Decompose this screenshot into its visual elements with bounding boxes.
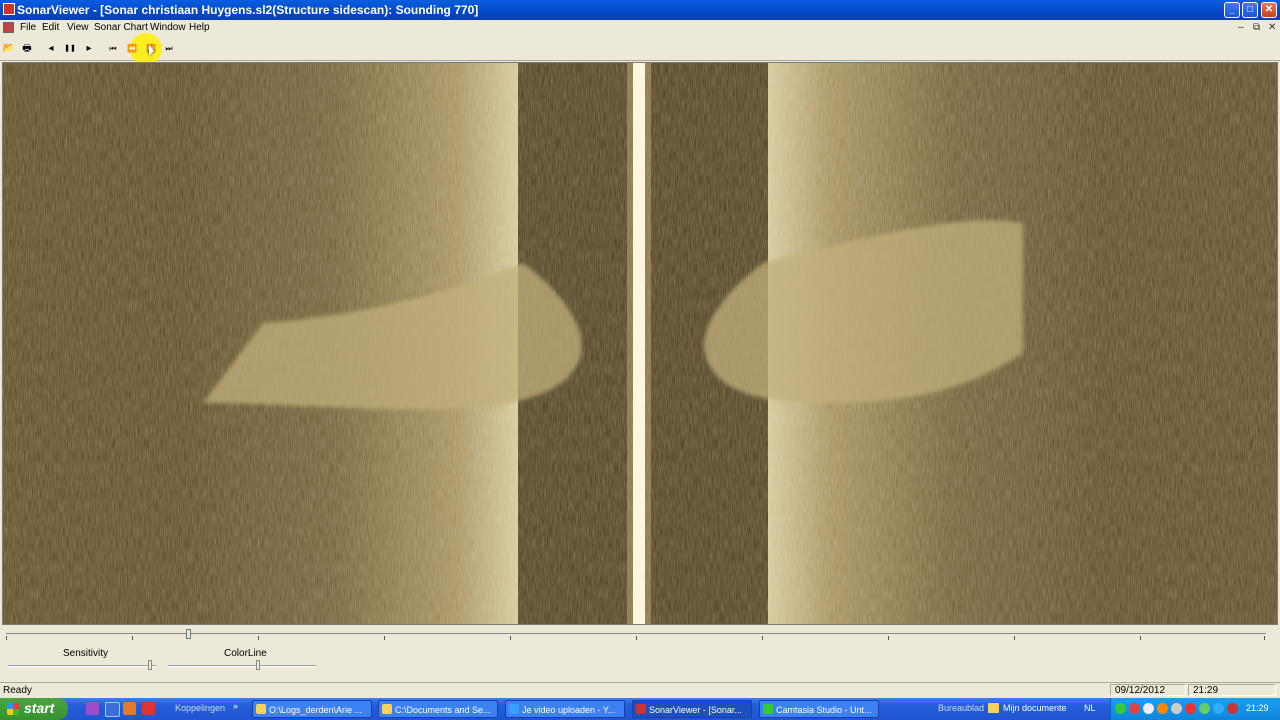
quicklaunch-app-icon[interactable] xyxy=(86,702,99,715)
timeline-position-handle[interactable] xyxy=(186,629,191,639)
folder-icon xyxy=(382,704,392,714)
app-icon[interactable] xyxy=(3,3,15,15)
timeline-tick xyxy=(132,636,133,640)
tray-bluetooth-icon[interactable] xyxy=(1213,703,1224,714)
timeline-tick xyxy=(636,636,637,640)
task-label: C:\Documents and Se... xyxy=(395,705,491,715)
task-documents-and-settings[interactable]: C:\Documents and Se... xyxy=(378,700,498,718)
status-date: 09/12/2012 xyxy=(1110,684,1186,696)
timeline-tick xyxy=(510,636,511,640)
timeline-scale[interactable] xyxy=(6,633,1266,634)
open-icon[interactable]: 📂 xyxy=(1,41,17,57)
sonar-sidescan-view[interactable] xyxy=(2,62,1278,625)
print-icon[interactable]: 🖶 xyxy=(19,41,35,57)
task-label: Camtasia Studio - Unt... xyxy=(776,705,872,715)
menu-edit[interactable]: Edit xyxy=(42,22,59,33)
window-title: SonarViewer - [Sonar christiaan Huygens.… xyxy=(17,3,479,17)
rewind-icon[interactable]: ⏪ xyxy=(124,41,140,57)
language-indicator[interactable]: NL xyxy=(1084,703,1096,713)
mdi-close-button[interactable]: ✕ xyxy=(1268,22,1276,33)
toolbar-koppelingen[interactable]: Koppelingen xyxy=(175,703,225,713)
sonarviewer-icon xyxy=(636,704,646,714)
timeline-tick xyxy=(1264,636,1265,640)
tray-app-icon[interactable] xyxy=(1143,703,1154,714)
status-time: 21:29 xyxy=(1188,684,1276,696)
pause-icon[interactable]: ❚❚ xyxy=(62,41,78,57)
sensitivity-slider[interactable] xyxy=(8,665,156,667)
camtasia-icon xyxy=(763,704,773,714)
timeline-tick xyxy=(888,636,889,640)
timeline-tick xyxy=(762,636,763,640)
tray-volume-icon[interactable] xyxy=(1199,703,1210,714)
task-video-upload[interactable]: Je video uploaden - Y... xyxy=(505,700,625,718)
mouse-cursor-icon xyxy=(149,44,154,56)
menu-help[interactable]: Help xyxy=(189,22,210,33)
tray-alert-icon[interactable] xyxy=(1185,703,1196,714)
sensitivity-slider-thumb[interactable] xyxy=(148,660,152,670)
step-back-icon[interactable]: ◂ xyxy=(43,41,59,57)
document-icon[interactable] xyxy=(3,22,14,33)
play-icon[interactable]: ▸ xyxy=(81,41,97,57)
task-camtasia[interactable]: Camtasia Studio - Unt... xyxy=(759,700,879,718)
tray-device-icon[interactable] xyxy=(1171,703,1182,714)
sonar-image xyxy=(3,63,1277,624)
task-sonarviewer[interactable]: SonarViewer - [Sonar... xyxy=(632,700,752,718)
menu-bar: File Edit View Sonar Chart Window Help –… xyxy=(0,20,1280,36)
tray-update-icon[interactable] xyxy=(1157,703,1168,714)
colorline-slider-thumb[interactable] xyxy=(256,660,260,670)
tray-network-icon[interactable] xyxy=(1115,703,1126,714)
close-button[interactable]: ✕ xyxy=(1261,2,1277,18)
sensitivity-label: Sensitivity xyxy=(63,648,109,659)
task-logs-derden[interactable]: O:\Logs_derden\Arie ... xyxy=(252,700,372,718)
windows-logo-icon xyxy=(7,703,19,715)
task-label: O:\Logs_derden\Arie ... xyxy=(269,705,363,715)
timeline-tick xyxy=(384,636,385,640)
mdi-minimize-button[interactable]: – xyxy=(1238,22,1244,33)
browser-icon xyxy=(509,704,519,714)
menu-view[interactable]: View xyxy=(67,22,89,33)
skip-end-icon[interactable]: ⏭ xyxy=(161,41,177,57)
title-bar[interactable]: SonarViewer - [Sonar christiaan Huygens.… xyxy=(0,0,1280,20)
colorline-label: ColorLine xyxy=(224,648,267,659)
skip-start-icon[interactable]: ⏮ xyxy=(105,41,121,57)
documents-folder-icon xyxy=(988,703,999,713)
status-text: Ready xyxy=(3,685,32,696)
colorline-slider[interactable] xyxy=(168,665,316,667)
task-label: SonarViewer - [Sonar... xyxy=(649,705,742,715)
taskbar-clock: 21:29 xyxy=(1246,703,1269,713)
folder-icon xyxy=(256,704,266,714)
quicklaunch-browser-icon[interactable] xyxy=(123,702,136,715)
menu-file[interactable]: File xyxy=(20,22,36,33)
status-bar xyxy=(0,682,1280,698)
quicklaunch-media-icon[interactable] xyxy=(142,702,155,715)
maximize-button[interactable]: □ xyxy=(1242,2,1258,18)
quicklaunch-desktop-icon[interactable] xyxy=(105,702,120,717)
timeline-tick xyxy=(6,636,7,640)
mdi-restore-button[interactable]: ⧉ xyxy=(1253,22,1260,33)
tray-security-icon[interactable] xyxy=(1129,703,1140,714)
toolbar xyxy=(0,37,1280,61)
menu-window[interactable]: Window xyxy=(150,22,186,33)
menu-sonar-chart[interactable]: Sonar Chart xyxy=(94,22,148,33)
taskbar-overflow-icon[interactable]: » xyxy=(233,701,238,711)
timeline-tick xyxy=(258,636,259,640)
minimize-button[interactable]: _ xyxy=(1224,2,1240,18)
toolbar-mijn-documenten[interactable]: Mijn documente xyxy=(1003,703,1067,713)
timeline-tick xyxy=(1140,636,1141,640)
timeline-tick xyxy=(1014,636,1015,640)
task-label: Je video uploaden - Y... xyxy=(522,705,616,715)
toolbar-bureaublad[interactable]: Bureaublad xyxy=(938,703,984,713)
tray-camtasia-icon[interactable] xyxy=(1227,703,1238,714)
